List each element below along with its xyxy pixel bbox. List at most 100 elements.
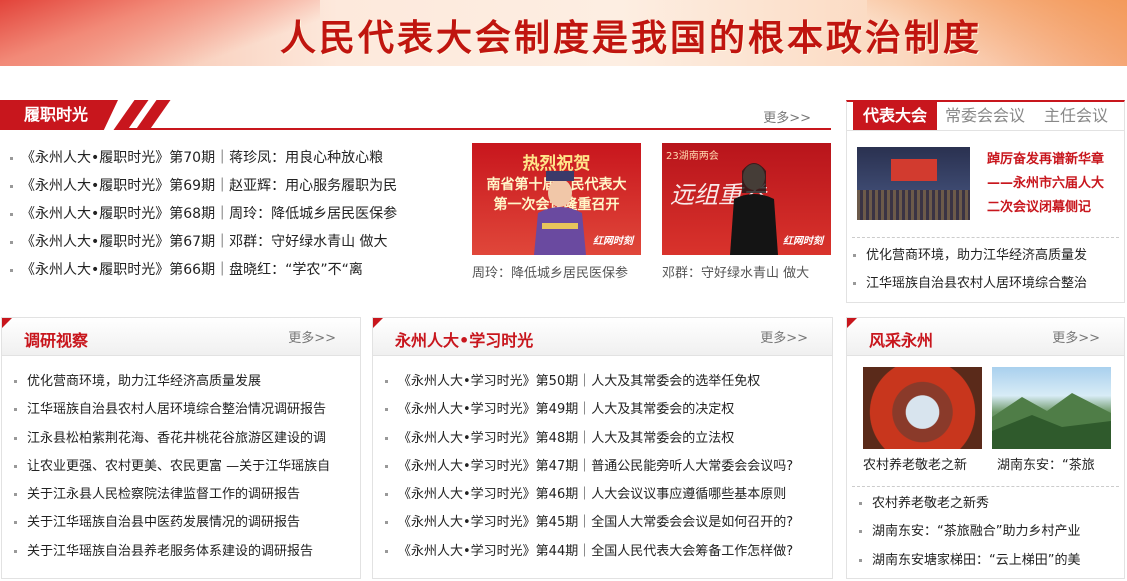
- meeting-photo[interactable]: [857, 147, 970, 220]
- xuexi-panel: 永州人大•学习时光 更多>> 《永州人大•学习时光》第50期｜人大及其常委会的选…: [372, 317, 833, 579]
- list-item-title[interactable]: 《永州人大•学习时光》第49期｜人大及其常委会的决定权: [398, 402, 734, 417]
- tab-changwei-huiyi[interactable]: 常委会会议: [945, 102, 1025, 130]
- list-item[interactable]: 湖南东安：“茶旅融合”助力乡村产业: [859, 520, 1119, 548]
- list-item-title[interactable]: 《永州人大•履职时光》第67期｜邓群：守好绿水青山 做大: [21, 234, 388, 250]
- bullet: [385, 380, 388, 383]
- panel-header: 风采永州 更多>>: [847, 318, 1124, 356]
- list-item[interactable]: 关于江永县人民检察院法律监督工作的调研报告: [14, 483, 354, 511]
- divider: [852, 486, 1119, 487]
- list-item-title[interactable]: 关于江华瑶族自治县养老服务体系建设的调研报告: [27, 544, 313, 559]
- list-item-title[interactable]: 《永州人大•履职时光》第69期｜赵亚辉：用心服务履职为民: [21, 178, 397, 194]
- list-item[interactable]: 优化营商环境，助力江华经济高质量发: [853, 244, 1115, 272]
- mountain-landscape-icon: [992, 393, 1111, 449]
- bullet: [14, 408, 17, 412]
- diaoyan-title: 调研视察: [24, 331, 89, 350]
- bullet: [10, 268, 13, 272]
- bullet: [385, 408, 388, 412]
- audience-rows: [857, 190, 970, 220]
- bullet: [859, 530, 862, 534]
- bullet: [385, 521, 388, 525]
- xuexi-more-link[interactable]: 更多>>: [760, 327, 808, 346]
- bullet: [10, 240, 13, 244]
- banner-title: 人民代表大会制度是我国的根本政治制度: [280, 17, 983, 59]
- fengcai-list: 农村养老敬老之新秀 湖南东安：“茶旅融合”助力乡村产业 湖南东安塘家梯田：“云上…: [859, 492, 1119, 577]
- list-item-title[interactable]: 《永州人大•履职时光》第66期｜盘晓红：“学农”不“离: [21, 262, 363, 278]
- xuexi-list: 《永州人大•学习时光》第50期｜人大及其常委会的选举任免权 《永州人大•学习时光…: [385, 370, 825, 568]
- list-item-title[interactable]: 湖南东安塘家梯田：“云上梯田”的美: [872, 553, 1080, 568]
- bullet: [14, 521, 17, 525]
- list-item-title[interactable]: 《永州人大•学习时光》第45期｜全国人大常委会会议是如何召开的?: [398, 515, 793, 530]
- diaoyan-more-link[interactable]: 更多>>: [288, 327, 336, 346]
- list-item[interactable]: 《永州人大•履职时光》第67期｜邓群：守好绿水青山 做大: [10, 230, 450, 258]
- list-item[interactable]: 《永州人大•学习时光》第49期｜人大及其常委会的决定权: [385, 398, 825, 426]
- list-item-title[interactable]: 江华瑶族自治县农村人居环境综合整治: [866, 276, 1087, 291]
- list-item-title[interactable]: 《永州人大•履职时光》第70期｜蒋珍凤：用良心种放心粮: [21, 150, 383, 166]
- list-item[interactable]: 《永州人大•学习时光》第50期｜人大及其常委会的选举任免权: [385, 370, 825, 398]
- lvzhi-more-link[interactable]: 更多>>: [763, 107, 811, 126]
- list-item-title[interactable]: 让农业更强、农村更美、农民更富 —关于江华瑶族自: [27, 459, 330, 474]
- list-item[interactable]: 《永州人大•履职时光》第69期｜赵亚辉：用心服务履职为民: [10, 174, 450, 202]
- lvzhi-photo-1[interactable]: 热烈祝贺 南省第十届人民代表大 第一次会议隆重召开 红网时刻: [472, 143, 641, 255]
- bullet: [10, 184, 13, 188]
- fengcai-photo-2[interactable]: [992, 367, 1111, 449]
- list-item-title[interactable]: 《永州人大•学习时光》第47期｜普通公民能旁听人大常委会会议吗?: [398, 459, 793, 474]
- banner-flag-decoration: [0, 0, 320, 66]
- bullet: [853, 282, 856, 286]
- photo-caption[interactable]: 湖南东安：“茶旅: [997, 454, 1116, 473]
- list-item-title[interactable]: 关于江永县人民检察院法律监督工作的调研报告: [27, 487, 300, 502]
- bullet: [853, 254, 856, 257]
- list-item[interactable]: 《永州人大•学习时光》第47期｜普通公民能旁听人大常委会会议吗?: [385, 455, 825, 483]
- list-item-title[interactable]: 江永县松柏紫荆花海、香花井桃花谷旅游区建设的调: [27, 431, 326, 446]
- list-item[interactable]: 《永州人大•学习时光》第48期｜人大及其常委会的立法权: [385, 427, 825, 455]
- list-item[interactable]: 《永州人大•学习时光》第45期｜全国人大常委会会议是如何召开的?: [385, 511, 825, 539]
- lvzhi-photo-2[interactable]: 23湖南两会 远组重卷 红网时刻: [662, 143, 831, 255]
- diaoyan-list: 优化营商环境，助力江华经济高质量发展 江华瑶族自治县农村人居环境综合整治情况调研…: [14, 370, 354, 568]
- photo-caption[interactable]: 周玲：降低城乡居民医保参: [472, 262, 641, 281]
- list-item[interactable]: 关于江华瑶族自治县养老服务体系建设的调研报告: [14, 540, 354, 568]
- tab-zhuren-huiyi[interactable]: 主任会议: [1044, 102, 1108, 130]
- tab-daibiao-dahui[interactable]: 代表大会: [853, 102, 938, 130]
- lvzhi-list: 《永州人大•履职时光》第70期｜蒋珍凤：用良心种放心粮 《永州人大•履职时光》第…: [10, 146, 450, 286]
- fengcai-title: 风采永州: [869, 331, 934, 350]
- lvzhi-header: 履职时光 更多>>: [0, 100, 831, 130]
- bullet: [10, 212, 13, 216]
- list-item[interactable]: 《永州人大•履职时光》第68期｜周玲：降低城乡居民医保参: [10, 202, 450, 230]
- feature-article-title[interactable]: 踔厉奋发再谱新华章——永州市六届人大二次会议闭幕侧记: [987, 148, 1115, 220]
- bullet: [385, 464, 388, 468]
- list-item-title[interactable]: 优化营商环境，助力江华经济高质量发展: [27, 374, 261, 389]
- fengcai-photo-1[interactable]: [863, 367, 982, 449]
- list-item[interactable]: 江华瑶族自治县农村人居环境综合整治情况调研报告: [14, 398, 354, 426]
- list-item[interactable]: 《永州人大•履职时光》第70期｜蒋珍凤：用良心种放心粮: [10, 146, 450, 174]
- bullet: [14, 380, 17, 383]
- list-item-title[interactable]: 《永州人大•学习时光》第46期｜人大会议议事应遵循哪些基本原则: [398, 487, 786, 502]
- photo-caption[interactable]: 邓群：守好绿水青山 做大: [662, 262, 831, 281]
- list-item[interactable]: 关于江华瑶族自治县中医药发展情况的调研报告: [14, 511, 354, 539]
- bullet: [859, 502, 862, 505]
- header-corner: [373, 318, 383, 328]
- list-item[interactable]: 优化营商环境，助力江华经济高质量发展: [14, 370, 354, 398]
- list-item[interactable]: 农村养老敬老之新秀: [859, 492, 1119, 520]
- list-item-title[interactable]: 农村养老敬老之新秀: [872, 496, 989, 511]
- tab-underline: [847, 130, 1124, 131]
- list-item-title[interactable]: 关于江华瑶族自治县中医药发展情况的调研报告: [27, 515, 300, 530]
- list-item[interactable]: 江永县松柏紫荆花海、香花井桃花谷旅游区建设的调: [14, 427, 354, 455]
- list-item-title[interactable]: 《永州人大•学习时光》第44期｜全国人民代表大会筹备工作怎样做?: [398, 544, 793, 559]
- panel-header: 永州人大•学习时光 更多>>: [373, 318, 832, 356]
- list-item[interactable]: 《永州人大•学习时光》第44期｜全国人民代表大会筹备工作怎样做?: [385, 540, 825, 568]
- list-item-title[interactable]: 江华瑶族自治县农村人居环境综合整治情况调研报告: [27, 402, 326, 417]
- list-item[interactable]: 《永州人大•履职时光》第66期｜盘晓红：“学农”不“离: [10, 258, 450, 286]
- photo-stamp: 红网时刻: [783, 236, 823, 247]
- list-item-title[interactable]: 优化营商环境，助力江华经济高质量发: [866, 248, 1087, 263]
- photo-caption[interactable]: 农村养老敬老之新: [863, 454, 982, 473]
- fengcai-more-link[interactable]: 更多>>: [1052, 327, 1100, 346]
- list-item[interactable]: 湖南东安塘家梯田：“云上梯田”的美: [859, 549, 1119, 577]
- list-item-title[interactable]: 《永州人大•学习时光》第48期｜人大及其常委会的立法权: [398, 431, 734, 446]
- divider: [852, 237, 1119, 238]
- list-item-title[interactable]: 湖南东安：“茶旅融合”助力乡村产业: [872, 524, 1080, 539]
- bullet: [14, 464, 17, 468]
- list-item-title[interactable]: 《永州人大•履职时光》第68期｜周玲：降低城乡居民医保参: [21, 206, 397, 222]
- list-item[interactable]: 让农业更强、农村更美、农民更富 —关于江华瑶族自: [14, 455, 354, 483]
- list-item[interactable]: 江华瑶族自治县农村人居环境综合整治: [853, 272, 1115, 300]
- list-item[interactable]: 《永州人大•学习时光》第46期｜人大会议议事应遵循哪些基本原则: [385, 483, 825, 511]
- list-item-title[interactable]: 《永州人大•学习时光》第50期｜人大及其常委会的选举任免权: [398, 374, 760, 389]
